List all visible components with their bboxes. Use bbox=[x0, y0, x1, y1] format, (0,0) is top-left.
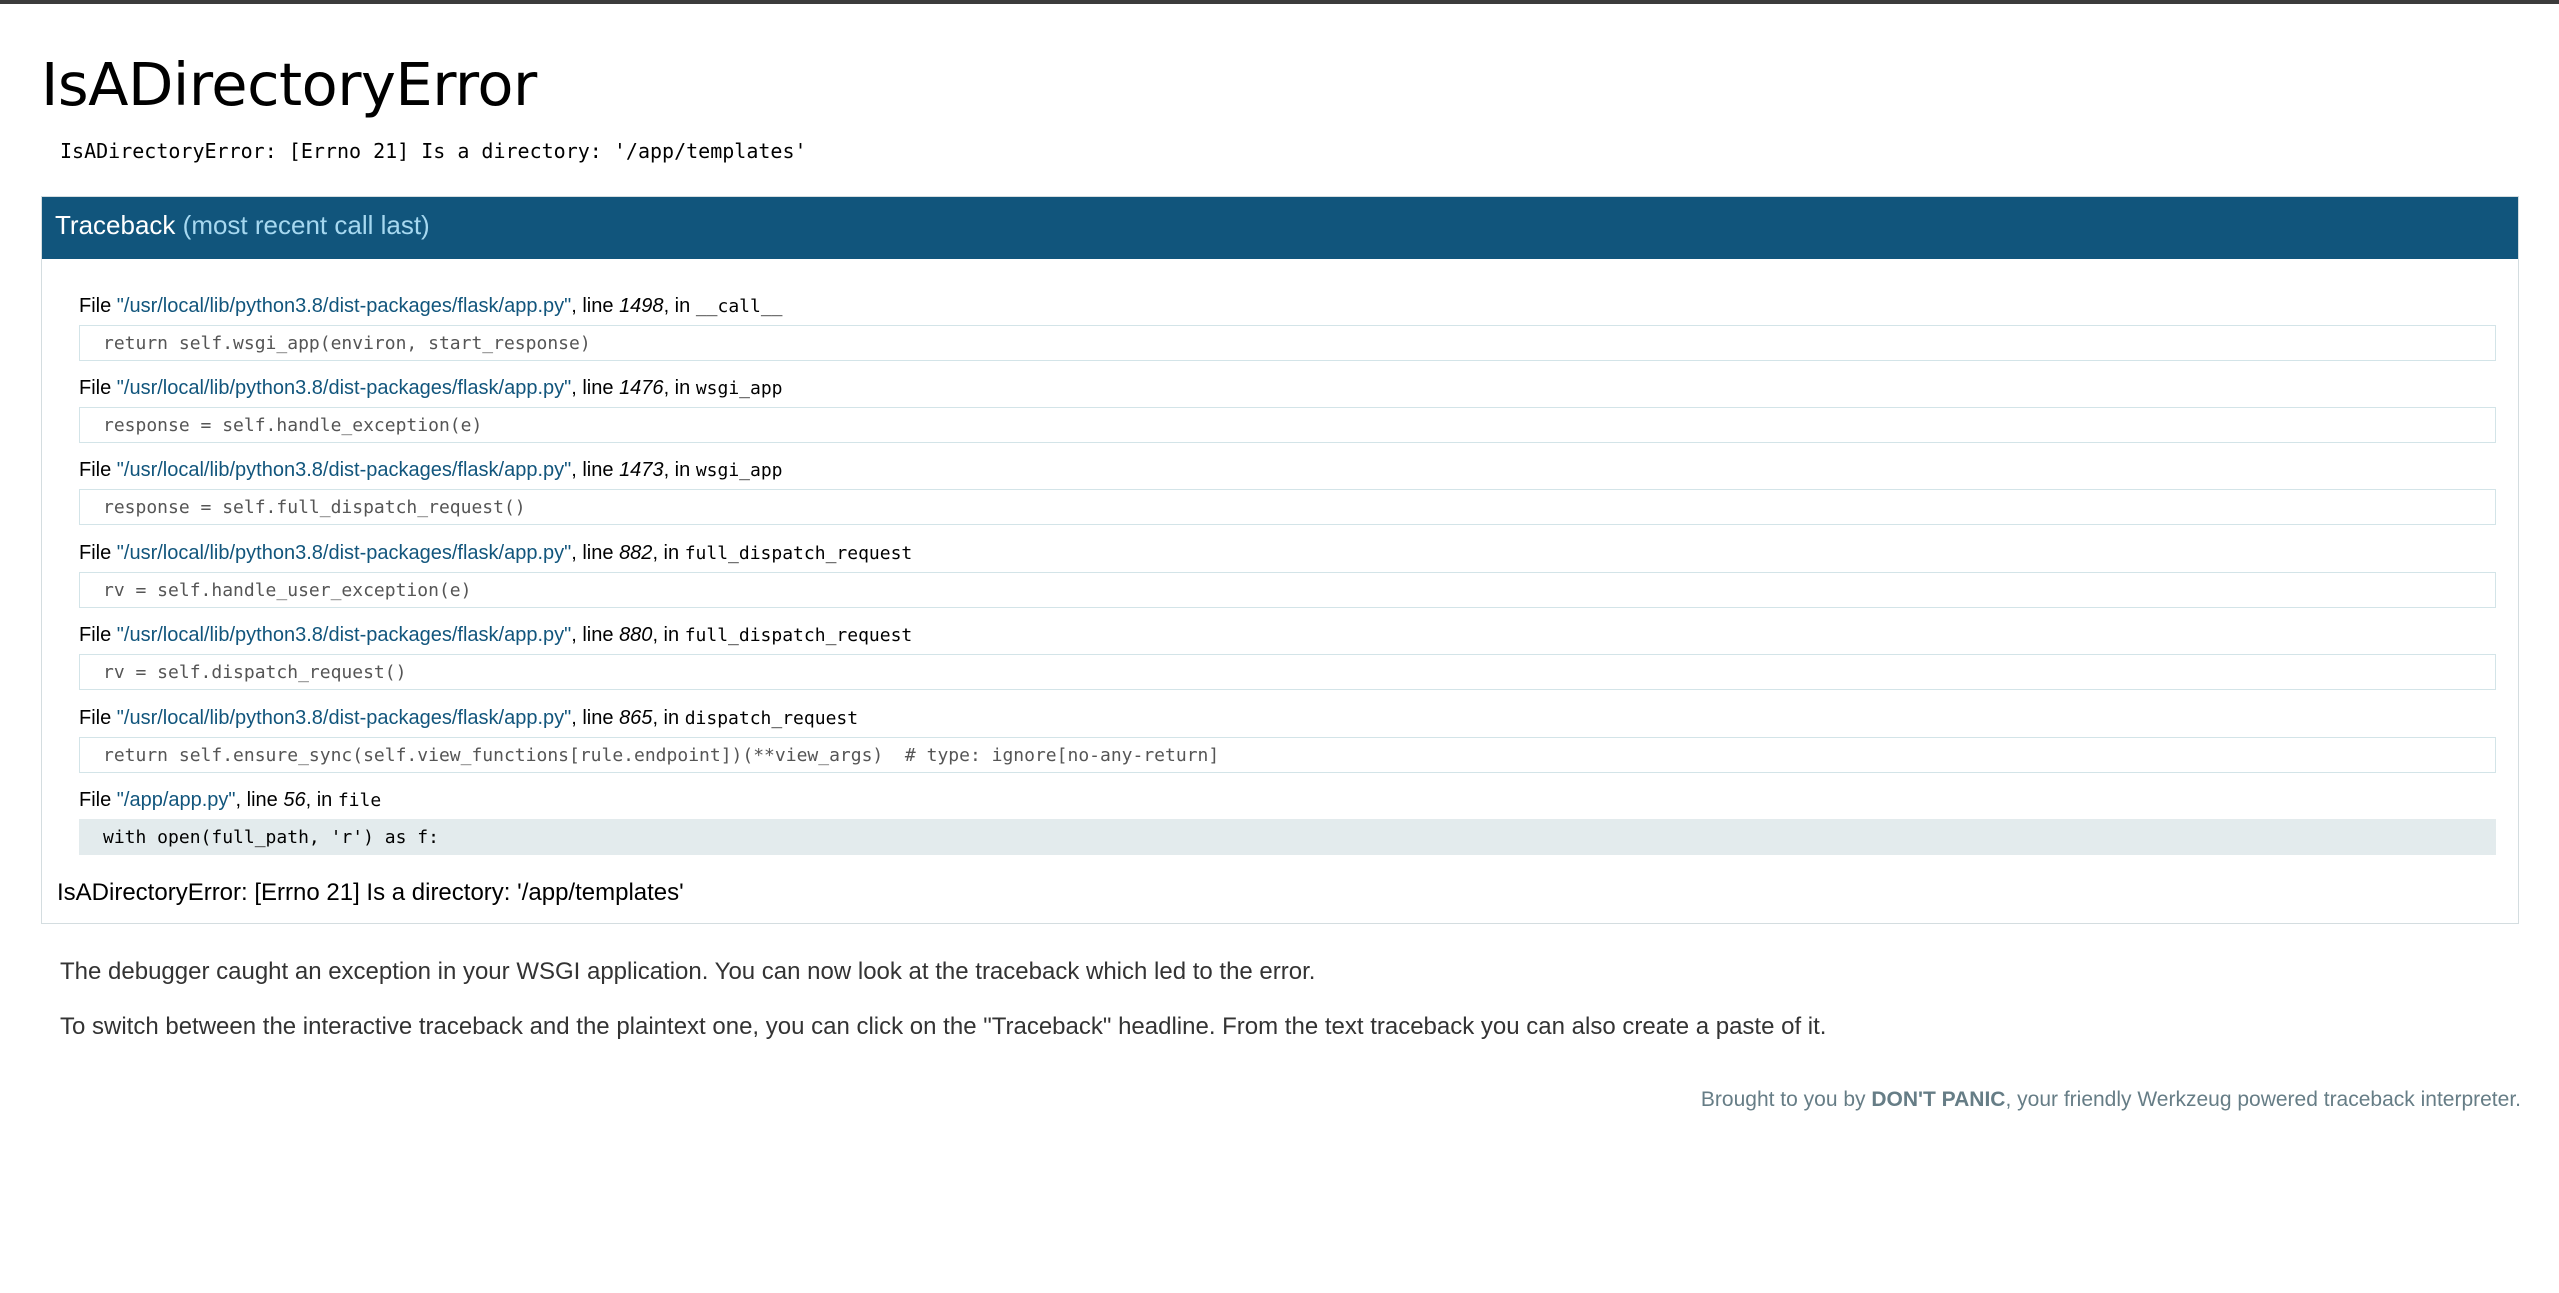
frame-function: wsgi_app bbox=[695, 378, 783, 399]
traceback-sublabel: (most recent call last) bbox=[182, 210, 430, 240]
frame-filename: "/usr/local/lib/python3.8/dist-packages/… bbox=[116, 377, 572, 399]
frame-code-current[interactable]: with open(full_path, 'r') as f: bbox=[79, 819, 2496, 855]
frame-header: File "/usr/local/lib/python3.8/dist-pack… bbox=[79, 624, 913, 646]
top-border bbox=[0, 0, 2559, 4]
frame-function: wsgi_app bbox=[695, 460, 783, 481]
traceback-frame[interactable]: File "/usr/local/lib/python3.8/dist-pack… bbox=[79, 292, 2496, 361]
frame-header: File "/usr/local/lib/python3.8/dist-pack… bbox=[79, 295, 783, 317]
traceback-frame[interactable]: File "/usr/local/lib/python3.8/dist-pack… bbox=[79, 374, 2496, 443]
frame-code[interactable]: return self.wsgi_app(environ, start_resp… bbox=[79, 325, 2496, 361]
traceback-frame[interactable]: File "/usr/local/lib/python3.8/dist-pack… bbox=[79, 539, 2496, 608]
frame-filename: "/usr/local/lib/python3.8/dist-packages/… bbox=[116, 459, 572, 481]
explanation-paragraph: To switch between the interactive traceb… bbox=[60, 1013, 1827, 1040]
exception-summary: IsADirectoryError: [Errno 21] Is a direc… bbox=[57, 879, 684, 906]
frame-function: file bbox=[337, 790, 382, 811]
frame-filename: "/usr/local/lib/python3.8/dist-packages/… bbox=[116, 707, 572, 729]
frame-function: full_dispatch_request bbox=[684, 543, 913, 564]
frame-header: File "/usr/local/lib/python3.8/dist-pack… bbox=[79, 542, 913, 564]
frame-code[interactable]: return self.ensure_sync(self.view_functi… bbox=[79, 737, 2496, 773]
traceback-label: Traceback bbox=[55, 210, 176, 240]
frame-line-number: 1476 bbox=[619, 377, 664, 399]
explanation-paragraph: The debugger caught an exception in your… bbox=[60, 958, 1316, 985]
traceback-headline[interactable]: Traceback (most recent call last) bbox=[42, 197, 2518, 259]
frame-header: File "/usr/local/lib/python3.8/dist-pack… bbox=[79, 459, 783, 481]
frame-filename: "/usr/local/lib/python3.8/dist-packages/… bbox=[116, 624, 572, 646]
frame-line-number: 865 bbox=[619, 707, 653, 729]
frame-header: File "/app/app.py", line 56, in file bbox=[79, 789, 382, 811]
frame-line-number: 880 bbox=[619, 624, 653, 646]
frame-line-number: 1498 bbox=[619, 295, 664, 317]
traceback-frame-current[interactable]: File "/app/app.py", line 56, in file wit… bbox=[79, 786, 2496, 855]
frame-filename: "/app/app.py" bbox=[116, 789, 236, 811]
frame-header: File "/usr/local/lib/python3.8/dist-pack… bbox=[79, 377, 783, 399]
frame-code[interactable]: rv = self.dispatch_request() bbox=[79, 654, 2496, 690]
traceback-panel: Traceback (most recent call last) File "… bbox=[41, 196, 2519, 924]
frame-function: dispatch_request bbox=[684, 708, 859, 729]
frame-line-number: 882 bbox=[619, 542, 653, 564]
traceback-frame[interactable]: File "/usr/local/lib/python3.8/dist-pack… bbox=[79, 456, 2496, 525]
frame-line-number: 1473 bbox=[619, 459, 664, 481]
traceback-frame[interactable]: File "/usr/local/lib/python3.8/dist-pack… bbox=[79, 704, 2496, 773]
frame-code[interactable]: rv = self.handle_user_exception(e) bbox=[79, 572, 2496, 608]
frame-header: File "/usr/local/lib/python3.8/dist-pack… bbox=[79, 707, 859, 729]
footer-brand: DON'T PANIC bbox=[1871, 1088, 2006, 1111]
frame-function: full_dispatch_request bbox=[684, 625, 913, 646]
frame-function: __call__ bbox=[695, 296, 783, 317]
error-message: IsADirectoryError: [Errno 21] Is a direc… bbox=[60, 139, 807, 163]
footer: Brought to you by DON'T PANIC, your frie… bbox=[1700, 1088, 2521, 1111]
frame-code[interactable]: response = self.full_dispatch_request() bbox=[79, 489, 2496, 525]
frame-filename: "/usr/local/lib/python3.8/dist-packages/… bbox=[116, 542, 572, 564]
frame-code[interactable]: response = self.handle_exception(e) bbox=[79, 407, 2496, 443]
page-title: IsADirectoryError bbox=[41, 50, 537, 119]
frame-line-number: 56 bbox=[283, 789, 306, 811]
frame-filename: "/usr/local/lib/python3.8/dist-packages/… bbox=[116, 295, 572, 317]
traceback-frame[interactable]: File "/usr/local/lib/python3.8/dist-pack… bbox=[79, 621, 2496, 690]
